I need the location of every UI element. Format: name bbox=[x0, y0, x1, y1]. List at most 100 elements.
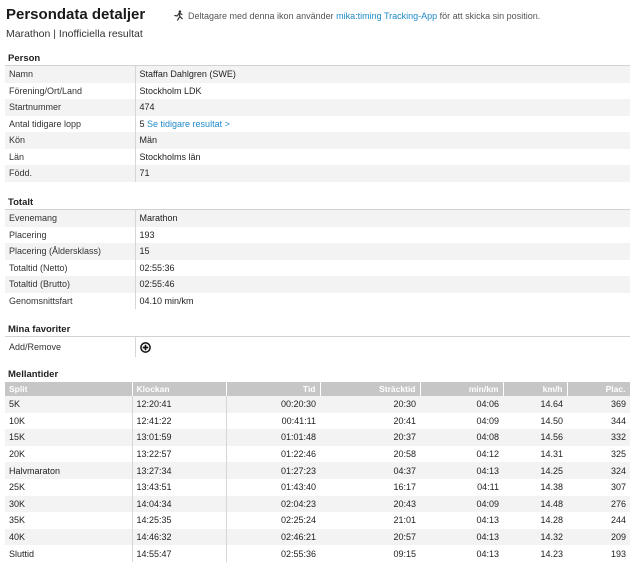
segment-time-cell: 21:01 bbox=[393, 515, 416, 526]
row-value: 193 bbox=[139, 229, 155, 240]
previous-results-link[interactable]: Se tidigare resultat > bbox=[147, 119, 230, 129]
split-name-cell: 25K bbox=[5, 478, 133, 496]
column-header-time: Tid bbox=[226, 382, 321, 396]
row-label: Genomsnittsfart bbox=[5, 292, 136, 309]
place-cell: 307 bbox=[610, 482, 626, 493]
speed-cell: 14.32 bbox=[503, 528, 567, 546]
table-row: Kön Män bbox=[5, 132, 630, 149]
speed-cell: 14.23 bbox=[540, 548, 563, 559]
row-value: Stockholms län bbox=[139, 151, 201, 162]
column-header-pace: min/km bbox=[420, 382, 504, 396]
table-row: Totaltid (Netto) 02:55:36 bbox=[5, 259, 630, 276]
pace-cell: 04:13 bbox=[476, 515, 499, 526]
row-label: Totaltid (Netto) bbox=[5, 259, 136, 276]
row-value: 04.10 min/km bbox=[139, 295, 194, 306]
segment-time-cell: 20:30 bbox=[320, 396, 420, 413]
page-header: Persondata detaljer Deltagare med denna … bbox=[5, 6, 635, 26]
segment-time-cell: 20:37 bbox=[320, 429, 420, 446]
pace-cell: 04:06 bbox=[420, 396, 503, 413]
place-cell: 332 bbox=[567, 429, 630, 446]
previous-races-count: 5 bbox=[139, 118, 145, 129]
table-row: Placering 193 bbox=[5, 226, 630, 243]
split-name-cell: 35K bbox=[5, 512, 133, 529]
column-header-speed: km/h bbox=[503, 382, 568, 396]
speed-cell: 14.56 bbox=[503, 429, 567, 446]
elapsed-time-cell: 02:55:36 bbox=[280, 548, 316, 559]
place-cell: 276 bbox=[567, 495, 630, 513]
split-name-cell: Sluttid bbox=[5, 545, 133, 562]
tracking-note-prefix: Deltagare med denna ikon använder bbox=[188, 11, 337, 21]
table-row: Förening/Ort/Land Stockholm LDK bbox=[5, 82, 630, 99]
row-value: 02:55:36 bbox=[139, 262, 175, 273]
speed-cell: 14.38 bbox=[540, 482, 563, 493]
totalt-table: Evenemang Marathon Placering 193 Placeri… bbox=[5, 210, 630, 309]
pace-cell: 04:11 bbox=[477, 482, 499, 493]
splits-table: Split Klockan Tid Sträcktid min/km km/h … bbox=[5, 382, 631, 562]
speed-cell: 14.48 bbox=[503, 495, 567, 513]
clock-time-cell: 14:55:47 bbox=[132, 545, 227, 562]
row-label: Kön bbox=[5, 132, 136, 149]
table-row: Evenemang Marathon bbox=[5, 210, 630, 227]
segment-time-cell: 09:15 bbox=[393, 548, 416, 559]
person-section-title: Person bbox=[5, 53, 630, 66]
row-label: Antal tidigare lopp bbox=[5, 115, 136, 132]
page-title: Persondata detaljer bbox=[6, 6, 146, 23]
table-row: 10K 12:41:22 00:41:11 20:41 04:09 14.50 344 bbox=[5, 412, 630, 430]
totalt-section: Totalt Evenemang Marathon Placering 193 … bbox=[5, 197, 630, 309]
row-label: Placering bbox=[5, 226, 136, 243]
row-value: Stockholm LDK bbox=[139, 85, 202, 96]
table-row: Startnummer 474 bbox=[5, 99, 630, 116]
table-row: Född. 71 bbox=[5, 165, 630, 182]
table-row: 20K 13:22:57 01:22:46 20:58 04:12 14.31 325 bbox=[5, 445, 630, 463]
column-header-split: Split bbox=[5, 382, 133, 396]
clock-time-cell: 14:04:34 bbox=[132, 495, 227, 513]
pace-cell: 04:12 bbox=[476, 449, 499, 460]
elapsed-time-cell: 01:01:48 bbox=[226, 429, 320, 446]
place-cell: 325 bbox=[610, 449, 626, 460]
column-header-segment: Sträcktid bbox=[320, 382, 421, 396]
elapsed-time-cell: 00:20:30 bbox=[226, 396, 320, 413]
segment-time-cell: 20:43 bbox=[320, 495, 420, 513]
row-label: Län bbox=[5, 148, 136, 165]
split-name-cell: 20K bbox=[5, 445, 133, 463]
split-name-cell: 10K bbox=[5, 412, 133, 430]
speed-cell: 14.31 bbox=[540, 449, 563, 460]
table-row: Län Stockholms län bbox=[5, 148, 630, 165]
elapsed-time-cell: 01:43:40 bbox=[280, 482, 316, 493]
tracking-note: Deltagare med denna ikon använder mika:t… bbox=[173, 10, 540, 21]
plus-circle-icon[interactable] bbox=[139, 341, 151, 353]
split-name-cell: 30K bbox=[5, 495, 133, 513]
runner-tracking-icon bbox=[174, 10, 183, 21]
table-row: 40K 14:46:32 02:46:21 20:57 04:13 14.32 209 bbox=[5, 528, 630, 546]
pace-cell: 04:13 bbox=[420, 462, 503, 479]
row-label: Namn bbox=[5, 66, 136, 83]
pace-cell: 04:13 bbox=[420, 528, 503, 546]
elapsed-time-cell: 00:41:11 bbox=[281, 415, 316, 426]
totalt-section-title: Totalt bbox=[5, 197, 630, 210]
table-row: 5K 12:20:41 00:20:30 20:30 04:06 14.64 369 bbox=[5, 396, 630, 413]
split-name-cell: 5K bbox=[5, 396, 133, 413]
table-row: 35K 14:25:35 02:25:24 21:01 04:13 14.28 244 bbox=[5, 512, 630, 529]
table-row: 30K 14:04:34 02:04:23 20:43 04:09 14.48 276 bbox=[5, 495, 630, 513]
clock-time-cell: 12:20:41 bbox=[132, 396, 227, 413]
clock-time-cell: 13:43:51 bbox=[132, 478, 227, 496]
clock-time-cell: 13:27:34 bbox=[132, 462, 227, 479]
row-value: Staffan Dahlgren (SWE) bbox=[135, 66, 630, 83]
segment-time-cell: 04:37 bbox=[320, 462, 420, 479]
split-name-cell: 40K bbox=[5, 528, 133, 546]
row-value: Marathon bbox=[135, 210, 630, 227]
table-row: Totaltid (Brutto) 02:55:46 bbox=[5, 276, 630, 293]
page-subtitle: Marathon | Inofficiella resultat bbox=[6, 28, 143, 40]
table-row: Sluttid 14:55:47 02:55:36 09:15 04:13 14.23 19… bbox=[5, 545, 630, 562]
clock-time-cell: 13:01:59 bbox=[132, 429, 227, 446]
elapsed-time-cell: 01:27:23 bbox=[226, 462, 320, 479]
splits-header-row: Split Klockan Tid Sträcktid min/km km/h … bbox=[5, 382, 631, 396]
place-cell: 244 bbox=[610, 515, 626, 526]
table-row: Antal tidigare lopp 5 Se tidigare result… bbox=[5, 115, 630, 132]
row-label: Totaltid (Brutto) bbox=[5, 276, 136, 293]
row-value: 02:55:46 bbox=[135, 276, 630, 293]
tracking-app-link[interactable]: mika:timing Tracking-App bbox=[336, 11, 437, 21]
table-row: Add/Remove bbox=[5, 337, 630, 357]
elapsed-time-cell: 01:22:46 bbox=[280, 449, 316, 460]
segment-time-cell: 20:58 bbox=[393, 449, 416, 460]
